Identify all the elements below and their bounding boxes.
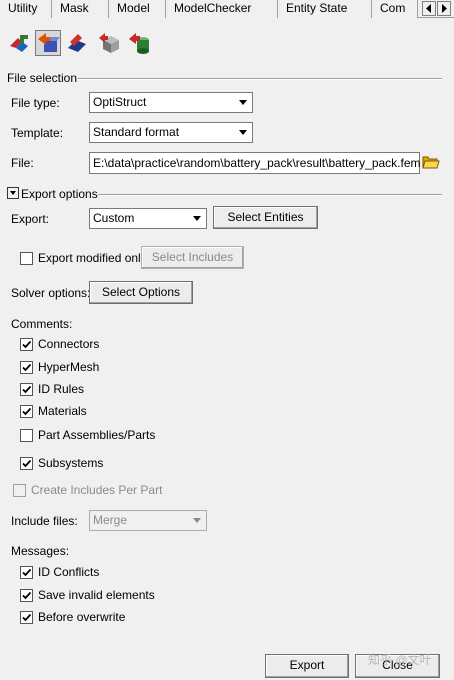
- chevron-down-icon[interactable]: [189, 210, 205, 227]
- select-options-button[interactable]: Select Options: [89, 281, 193, 304]
- select-entities-button[interactable]: Select Entities: [213, 206, 318, 229]
- tab-model[interactable]: Model: [109, 0, 166, 18]
- chevron-down-icon[interactable]: [235, 94, 251, 111]
- export-submit-button[interactable]: Export: [265, 654, 349, 678]
- file-label: File:: [11, 156, 34, 170]
- include-files-value: Merge: [93, 513, 128, 527]
- id-conflicts-label: ID Conflicts: [38, 565, 100, 579]
- export-modified-only-label: Export modified only: [38, 251, 147, 265]
- file-path-input[interactable]: E:\data\practice\random\battery_pack\res…: [89, 152, 421, 174]
- check-icon: [22, 568, 32, 577]
- id-rules-label: ID Rules: [38, 382, 85, 396]
- file-selection-divider: [78, 78, 442, 80]
- tab-utility[interactable]: Utility: [0, 0, 52, 18]
- cylinder-export-button[interactable]: [127, 30, 153, 56]
- template-label: Template:: [11, 126, 64, 140]
- export-icon: [38, 33, 60, 52]
- hypermesh-label: HyperMesh: [38, 360, 100, 374]
- tab-bar: Utility Mask Model ModelChecker Entity S…: [0, 0, 454, 18]
- browse-folder-button[interactable]: [422, 153, 440, 171]
- comments-title: Comments:: [11, 317, 73, 331]
- watermark: 知乎 @文叶: [368, 653, 432, 667]
- tab-scroll-right-button[interactable]: [437, 1, 451, 16]
- import-icon: [10, 35, 28, 52]
- template-select[interactable]: Standard format: [89, 122, 253, 143]
- id-rules-checkbox[interactable]: [20, 383, 33, 396]
- messages-title: Messages:: [11, 544, 70, 558]
- materials-checkbox[interactable]: [20, 405, 33, 418]
- chevron-down-icon[interactable]: [235, 124, 251, 141]
- subsystems-checkbox[interactable]: [20, 457, 33, 470]
- cube-button[interactable]: [97, 30, 123, 56]
- check-icon: [22, 363, 32, 372]
- export-modified-only-checkbox[interactable]: [20, 252, 33, 265]
- file-type-select[interactable]: OptiStruct: [89, 92, 253, 113]
- check-icon: [22, 407, 32, 416]
- tab-scroll-left-button[interactable]: [422, 1, 436, 16]
- connectors-label: Connectors: [38, 337, 100, 351]
- arrow-right-icon: [442, 4, 447, 13]
- part-assemblies-label: Part Assemblies/Parts: [38, 428, 156, 442]
- import-solver-icon: [68, 34, 86, 52]
- before-overwrite-label: Before overwrite: [38, 610, 126, 624]
- cylinder-export-icon: [129, 33, 149, 54]
- tab-mask[interactable]: Mask: [52, 0, 109, 18]
- file-path-value: E:\data\practice\random\battery_pack\res…: [93, 156, 421, 170]
- save-invalid-elements-checkbox[interactable]: [20, 589, 33, 602]
- include-files-select[interactable]: Merge: [89, 510, 207, 531]
- import-button[interactable]: [7, 30, 33, 56]
- save-invalid-elements-label: Save invalid elements: [38, 588, 155, 602]
- check-icon: [22, 340, 32, 349]
- template-value: Standard format: [93, 125, 180, 139]
- arrow-left-icon: [426, 4, 431, 13]
- export-options-divider: [98, 194, 442, 196]
- materials-label: Materials: [38, 404, 87, 418]
- before-overwrite-checkbox[interactable]: [20, 611, 33, 624]
- folder-open-icon: [422, 156, 440, 169]
- file-selection-title: File selection: [7, 71, 78, 85]
- check-icon: [22, 385, 32, 394]
- file-type-label: File type:: [11, 96, 60, 110]
- check-icon: [22, 591, 32, 600]
- file-type-value: OptiStruct: [93, 95, 147, 109]
- check-icon: [22, 613, 32, 622]
- id-conflicts-checkbox[interactable]: [20, 566, 33, 579]
- tab-component[interactable]: Com: [372, 0, 418, 18]
- part-assemblies-checkbox[interactable]: [20, 429, 33, 442]
- chevron-down-icon[interactable]: [189, 512, 205, 529]
- hypermesh-checkbox[interactable]: [20, 361, 33, 374]
- import-solver-button[interactable]: [64, 30, 90, 56]
- connectors-checkbox[interactable]: [20, 338, 33, 351]
- export-value: Custom: [93, 211, 135, 225]
- export-label: Export:: [11, 212, 50, 226]
- tab-modelchecker[interactable]: ModelChecker: [166, 0, 278, 18]
- tab-entity-state[interactable]: Entity State: [278, 0, 372, 18]
- cube-icon: [99, 33, 119, 53]
- select-includes-button[interactable]: Select Includes: [141, 246, 244, 269]
- collapse-export-options-button[interactable]: [7, 187, 19, 199]
- export-select[interactable]: Custom: [89, 208, 207, 229]
- subsystems-label: Subsystems: [38, 456, 104, 470]
- collapse-icon: [7, 187, 19, 199]
- export-options-title: Export options: [21, 187, 98, 201]
- create-includes-per-part-label: Create Includes Per Part: [31, 483, 163, 497]
- create-includes-per-part-checkbox[interactable]: [13, 484, 26, 497]
- solver-options-label: Solver options:: [11, 286, 91, 300]
- export-button[interactable]: [35, 30, 61, 56]
- check-icon: [22, 459, 32, 468]
- include-files-label: Include files:: [11, 514, 78, 528]
